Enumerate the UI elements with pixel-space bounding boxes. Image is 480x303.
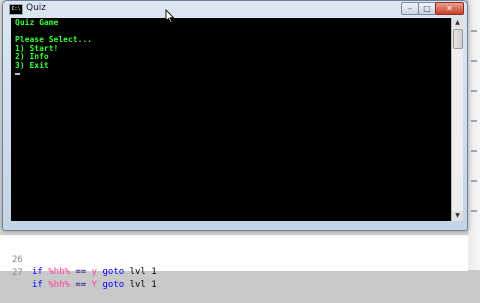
scroll-up-icon[interactable]: ▲ <box>452 18 463 28</box>
minimize-icon: – <box>408 4 412 13</box>
code-editor[interactable]: 26 if %hh% == y goto lvl 1 27 if %hh% ==… <box>0 234 468 290</box>
editor-line: 26 if %hh% == y goto lvl 1 <box>12 255 157 277</box>
maximize-icon: □ <box>423 4 431 13</box>
console-line: Quiz Game <box>15 18 59 27</box>
command-prompt-icon: C:\ <box>9 4 23 15</box>
window-title: Quiz <box>26 3 47 13</box>
scroll-down-icon[interactable]: ▼ <box>452 211 463 221</box>
editor-line: 27 if %hh% == Y goto lvl 1 <box>12 268 157 290</box>
minimize-button[interactable]: – <box>401 2 419 15</box>
maximize-button[interactable]: □ <box>418 2 436 15</box>
close-icon: ✕ <box>446 4 453 13</box>
mouse-pointer-icon <box>165 9 175 23</box>
line-number: 27 <box>12 268 23 278</box>
text-cursor <box>15 72 20 75</box>
title-bar[interactable]: C:\ Quiz – □ ✕ <box>3 1 467 17</box>
background-window-edge <box>467 0 480 270</box>
console-menu-option: 3) Exit <box>15 60 49 70</box>
scrollbar-thumb[interactable] <box>453 29 463 49</box>
console-output[interactable]: Quiz Game Please Select... 1) Start! 2) … <box>11 18 451 221</box>
vertical-scrollbar[interactable]: ▲ ▼ <box>451 18 463 221</box>
console-window[interactable]: C:\ Quiz – □ ✕ Quiz Game Please Select..… <box>2 0 468 231</box>
close-button[interactable]: ✕ <box>435 2 464 15</box>
